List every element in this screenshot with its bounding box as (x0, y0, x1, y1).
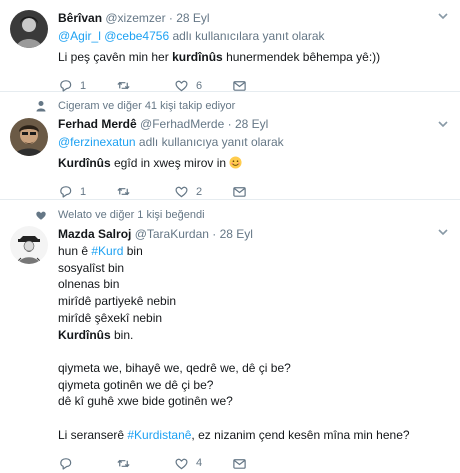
text-segment: bin. (110, 327, 134, 342)
text-segment: bin (123, 244, 143, 258)
author-name[interactable]: Bêrîvan (58, 11, 102, 25)
text-line: mirîdê şêxekî nebin (58, 310, 163, 325)
tweet-date[interactable]: 28 Eyl (220, 227, 253, 241)
tweet-1[interactable]: Bêrîvan @xizemzer · 28 Eyl @Agir_l @cebe… (0, 0, 460, 92)
envelope-icon (233, 81, 246, 91)
retweet-button[interactable] (116, 456, 174, 471)
text-line: Kurdînûs bin. (58, 327, 432, 344)
text-line: qiymeta we, bihayê we, qedrê we, dê çi b… (58, 360, 291, 375)
like-count: 6 (196, 79, 203, 92)
text-segment: Li seranserê (58, 427, 128, 442)
retweet-icon (117, 188, 130, 196)
envelope-icon (233, 459, 246, 469)
social-context: Cigeram ve diğer 41 kişi takip ediyor (36, 99, 432, 113)
tweet-header: Bêrîvan @xizemzer · 28 Eyl (58, 10, 432, 26)
avatar[interactable] (10, 118, 48, 156)
tweet-text: Kurdînûs egîd in xweş mirov in (58, 155, 432, 172)
chevron-down-icon[interactable] (436, 117, 450, 131)
like-button[interactable]: 2 (174, 184, 232, 199)
like-count: 2 (196, 185, 203, 198)
heart-icon (36, 211, 46, 220)
reply-button[interactable]: 1 (58, 78, 116, 93)
keyword: Kurdînûs (58, 327, 111, 342)
text-line: dê kî guhê xwe bide gotinên we? (58, 394, 233, 409)
context-text[interactable]: Welato ve diğer 1 kişi beğendi (58, 209, 205, 221)
message-button[interactable] (232, 78, 290, 93)
mention-link[interactable]: @cebe4756 (104, 29, 169, 43)
chevron-down-icon[interactable] (436, 225, 450, 239)
tweet-text: hun ê #Kurd bin sosyalîst bin olnenas bi… (58, 243, 432, 443)
tweet-date[interactable]: 28 Eyl (176, 11, 209, 25)
author-handle[interactable]: @FerhadMerde (140, 117, 224, 131)
tweet-header: Ferhad Merdê @FerhadMerde · 28 Eyl (58, 116, 432, 132)
mention-link[interactable]: @ferzinexatun (58, 135, 136, 149)
retweet-button[interactable] (116, 78, 174, 93)
separator: · (168, 11, 173, 25)
author-name[interactable]: Ferhad Merdê (58, 117, 137, 131)
reply-icon (60, 186, 72, 198)
chevron-down-icon[interactable] (436, 9, 450, 23)
avatar[interactable] (10, 10, 48, 48)
hashtag-link[interactable]: #Kurd (91, 244, 123, 258)
tweet-actions: 1 2 (58, 182, 432, 202)
heart-icon (175, 186, 188, 198)
text-line: Li seranserê #Kurdistanê, ez nizanim çen… (58, 427, 432, 444)
keyword: kurdînûs (172, 50, 223, 64)
text-line: olnenas bin (58, 277, 120, 292)
text-segment: Li peş çavên min her (58, 50, 173, 64)
reply-count: 1 (80, 185, 87, 198)
keyword: Kurdînûs (58, 156, 111, 170)
tweet-date[interactable]: 28 Eyl (235, 117, 268, 131)
tweet-header: Mazda Salroj @TaraKurdan · 28 Eyl (58, 226, 432, 242)
hashtag-link[interactable]: #Kurdistanê (127, 428, 191, 442)
retweet-icon (117, 459, 130, 468)
heart-icon (175, 80, 188, 92)
message-button[interactable] (232, 184, 290, 199)
retweet-button[interactable] (116, 184, 174, 199)
reply-icon (60, 80, 72, 92)
text-segment: egîd in xweş mirov in (110, 156, 230, 170)
envelope-icon (233, 187, 246, 197)
reply-button[interactable]: 1 (58, 184, 116, 199)
text-line: qiymeta gotinên we dê çi be? (58, 377, 214, 392)
reply-context: @ferzinexatun adlı kullanıcıya yanıt ola… (58, 134, 432, 150)
reply-context: @Agir_l @cebe4756 adlı kullanıcılara yan… (58, 28, 432, 44)
separator: · (212, 227, 217, 241)
text-segment: hun ê (58, 244, 92, 258)
like-button[interactable]: 4 (174, 456, 232, 471)
reply-suffix: adlı kullanıcılara yanıt olarak (172, 29, 325, 43)
author-handle[interactable]: @TaraKurdan (135, 227, 209, 241)
reply-count: 1 (80, 79, 87, 92)
reply-button[interactable] (58, 456, 116, 471)
tweet-actions: 4 (58, 453, 432, 473)
tweet-3[interactable]: Welato ve diğer 1 kişi beğendi Mazda Sal… (0, 200, 460, 470)
text-segment: hunermendek bêhempa yê:)) (222, 50, 381, 64)
like-count: 4 (196, 457, 203, 470)
text-line: hun ê #Kurd bin (58, 243, 432, 260)
avatar[interactable] (10, 226, 48, 264)
message-button[interactable] (232, 456, 290, 471)
tweet-2[interactable]: Cigeram ve diğer 41 kişi takip ediyor Fe… (0, 92, 460, 200)
text-segment: , ez nizanim çend kesên mîna min hene? (191, 427, 410, 442)
author-handle[interactable]: @xizemzer (105, 11, 165, 25)
tweet-text: Li peş çavên min her kurdînûs hunermende… (58, 49, 432, 66)
separator: · (227, 117, 232, 131)
text-line: mirîdê partiyekê nebin (58, 294, 177, 309)
mention-link[interactable]: @Agir_l (58, 29, 101, 43)
smiling-face-icon (229, 156, 242, 169)
retweet-icon (117, 82, 130, 90)
reply-suffix: adlı kullanıcıya yanıt olarak (138, 135, 284, 149)
heart-icon (175, 458, 188, 470)
person-icon (36, 101, 46, 112)
context-text[interactable]: Cigeram ve diğer 41 kişi takip ediyor (58, 100, 235, 112)
text-line: sosyalîst bin (58, 260, 125, 275)
reply-icon (60, 458, 72, 470)
social-context: Welato ve diğer 1 kişi beğendi (36, 208, 432, 222)
author-name[interactable]: Mazda Salroj (58, 227, 131, 241)
like-button[interactable]: 6 (174, 78, 232, 93)
